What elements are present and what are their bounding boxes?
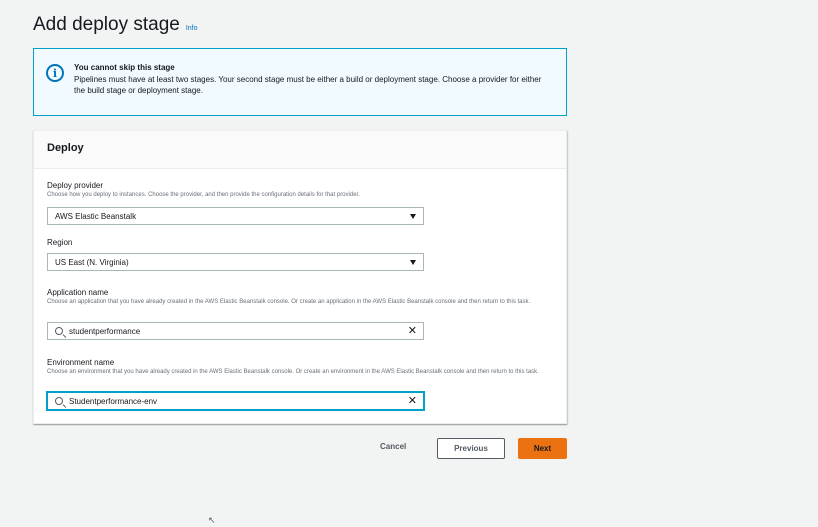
cancel-button[interactable]: Cancel bbox=[380, 442, 406, 451]
caret-down-icon bbox=[410, 260, 416, 265]
next-button[interactable]: Next bbox=[518, 438, 567, 459]
previous-button[interactable]: Previous bbox=[437, 438, 505, 459]
deploy-provider-value: AWS Elastic Beanstalk bbox=[55, 211, 137, 221]
environment-name-label: Environment name bbox=[47, 358, 115, 367]
info-link[interactable]: Info bbox=[186, 25, 198, 32]
environment-name-value: Studentperformance-env bbox=[69, 396, 158, 406]
deploy-provider-field: Deploy provider Choose how you deploy to… bbox=[47, 180, 547, 225]
region-value: US East (N. Virginia) bbox=[55, 257, 129, 267]
application-name-input[interactable]: studentperformance ✕ bbox=[47, 322, 424, 340]
alert-body: Pipelines must have at least two stages.… bbox=[74, 75, 542, 95]
deploy-provider-description: Choose how you deploy to instances. Choo… bbox=[47, 192, 360, 198]
search-icon bbox=[55, 397, 63, 405]
alert-title: You cannot skip this stage bbox=[74, 63, 175, 72]
clear-icon[interactable]: ✕ bbox=[408, 325, 417, 337]
wizard-actions: Cancel Previous Next bbox=[0, 438, 818, 460]
application-name-value: studentperformance bbox=[69, 326, 141, 336]
environment-name-input[interactable]: Studentperformance-env ✕ bbox=[47, 392, 424, 410]
info-icon: i bbox=[46, 64, 64, 82]
page-title-text: Add deploy stage bbox=[33, 14, 180, 35]
caret-down-icon bbox=[410, 214, 416, 219]
panel-title: Deploy bbox=[34, 131, 566, 169]
alert-content: You cannot skip this stage Pipelines mus… bbox=[74, 62, 554, 102]
deploy-provider-select[interactable]: AWS Elastic Beanstalk bbox=[47, 207, 424, 225]
search-icon bbox=[55, 327, 63, 335]
region-select[interactable]: US East (N. Virginia) bbox=[47, 253, 424, 271]
info-alert: i You cannot skip this stage Pipelines m… bbox=[33, 48, 567, 116]
environment-name-description: Choose an environment that you have alre… bbox=[47, 369, 539, 375]
application-name-field: Application name Choose an application t… bbox=[47, 287, 547, 340]
region-field: Region US East (N. Virginia) bbox=[47, 237, 424, 271]
deploy-provider-label: Deploy provider bbox=[47, 181, 104, 190]
application-name-label: Application name bbox=[47, 288, 109, 297]
environment-name-field: Environment name Choose an environment t… bbox=[47, 357, 547, 410]
application-name-description: Choose an application that you have alre… bbox=[47, 299, 531, 305]
clear-icon[interactable]: ✕ bbox=[408, 395, 417, 407]
page-title: Add deploy stage Info bbox=[33, 14, 198, 36]
region-label: Region bbox=[47, 238, 73, 247]
deploy-panel: Deploy Deploy provider Choose how you de… bbox=[33, 130, 567, 424]
mouse-cursor-icon: ↖ bbox=[208, 515, 216, 525]
